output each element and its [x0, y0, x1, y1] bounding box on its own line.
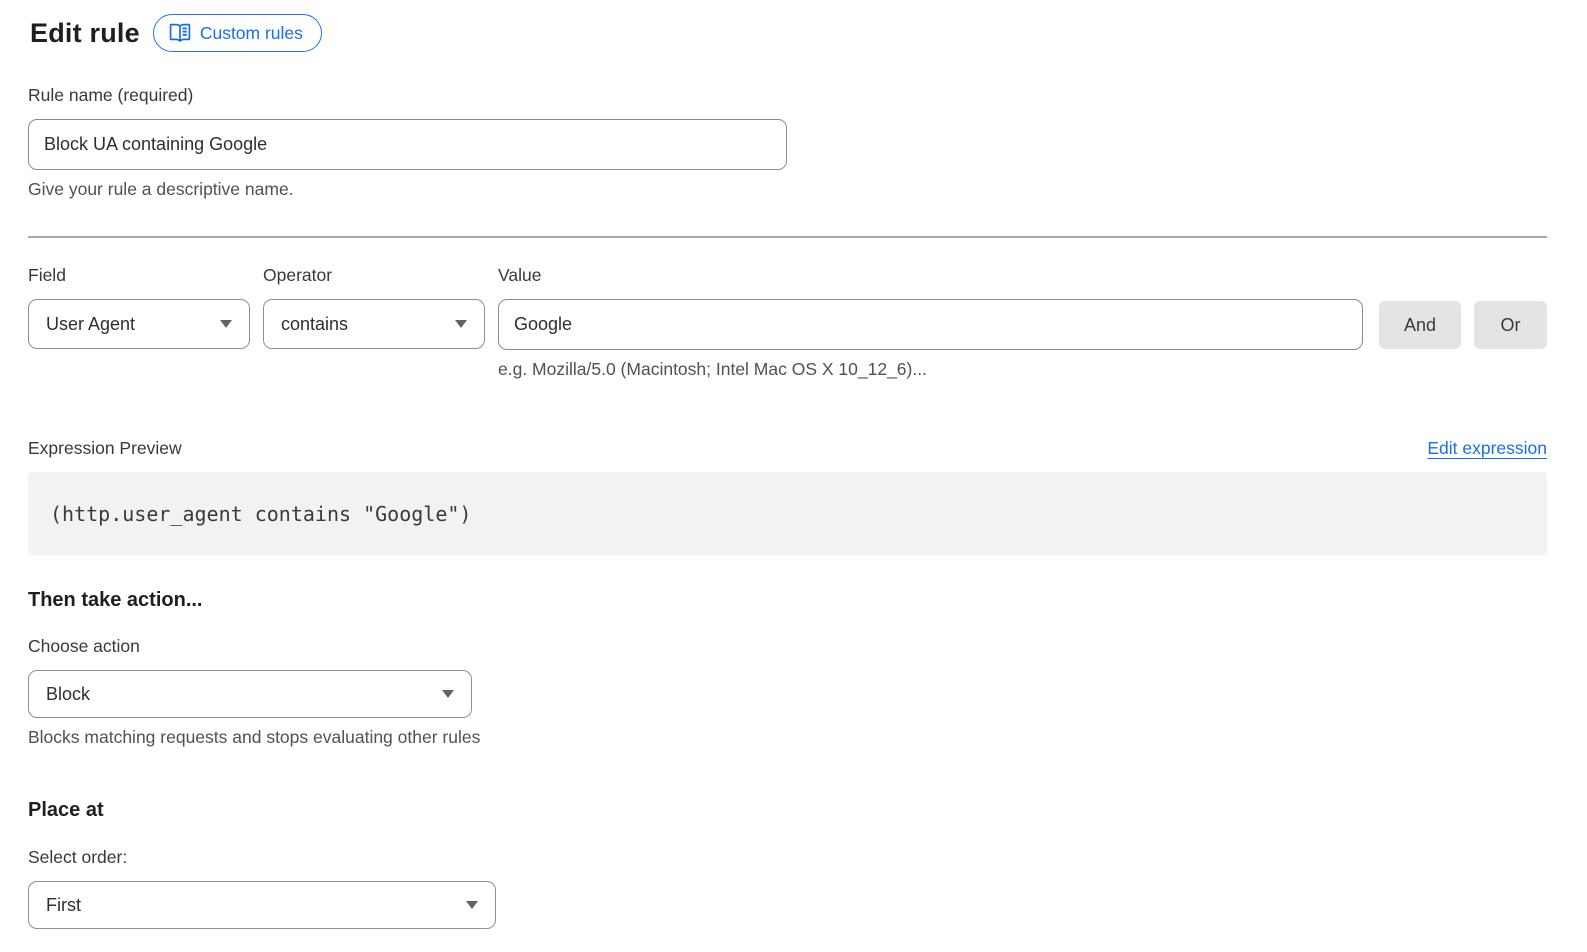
expression-preview-row: Expression Preview Edit expression: [28, 438, 1547, 459]
order-selected-value: First: [46, 895, 81, 916]
choose-action-group: Choose action Block Blocks matching requ…: [28, 636, 1547, 748]
open-book-icon: [169, 23, 191, 43]
expression-code-box: (http.user_agent contains "Google"): [28, 472, 1547, 555]
value-column: Value e.g. Mozilla/5.0 (Macintosh; Intel…: [498, 265, 1363, 380]
field-label: Field: [28, 265, 250, 286]
select-order-label: Select order:: [28, 847, 1547, 868]
condition-row: Field User Agent Operator contains Value…: [28, 265, 1547, 380]
operator-label: Operator: [263, 265, 485, 286]
value-help: e.g. Mozilla/5.0 (Macintosh; Intel Mac O…: [498, 359, 1363, 380]
page-header: Edit rule Custom rules: [30, 14, 1547, 52]
chevron-down-icon: [442, 690, 454, 698]
select-order-group: Select order: First: [28, 847, 1547, 929]
chevron-down-icon: [220, 320, 232, 328]
action-heading: Then take action...: [28, 589, 1547, 612]
section-divider: [28, 236, 1547, 238]
choose-action-label: Choose action: [28, 636, 1547, 657]
placement-heading: Place at: [28, 799, 1547, 822]
edit-rule-page: Edit rule Custom rules Rule name (requir…: [0, 0, 1547, 929]
rule-name-group: Rule name (required) Give your rule a de…: [28, 85, 1547, 200]
chevron-down-icon: [455, 320, 467, 328]
action-select[interactable]: Block: [28, 670, 472, 718]
custom-rules-label: Custom rules: [200, 23, 303, 44]
chevron-down-icon: [466, 901, 478, 909]
edit-expression-link[interactable]: Edit expression: [1427, 438, 1547, 459]
field-column: Field User Agent: [28, 265, 250, 380]
operator-selected-value: contains: [281, 314, 348, 335]
or-button[interactable]: Or: [1474, 301, 1547, 349]
expression-code: (http.user_agent contains "Google"): [50, 502, 471, 526]
expression-preview-label: Expression Preview: [28, 438, 182, 459]
action-selected-value: Block: [46, 684, 90, 705]
order-select[interactable]: First: [28, 881, 496, 929]
rule-name-label: Rule name (required): [28, 85, 1547, 106]
rule-name-input[interactable]: [28, 119, 787, 170]
page-title: Edit rule: [30, 18, 140, 49]
rule-name-help: Give your rule a descriptive name.: [28, 179, 1547, 200]
value-label: Value: [498, 265, 1363, 286]
and-button[interactable]: And: [1379, 301, 1461, 349]
action-help: Blocks matching requests and stops evalu…: [28, 727, 1547, 748]
value-input[interactable]: [498, 299, 1363, 350]
operator-select[interactable]: contains: [263, 299, 485, 349]
field-select[interactable]: User Agent: [28, 299, 250, 349]
field-selected-value: User Agent: [46, 314, 135, 335]
custom-rules-badge[interactable]: Custom rules: [153, 14, 322, 52]
operator-column: Operator contains: [263, 265, 485, 380]
and-or-buttons: And Or: [1379, 301, 1547, 380]
